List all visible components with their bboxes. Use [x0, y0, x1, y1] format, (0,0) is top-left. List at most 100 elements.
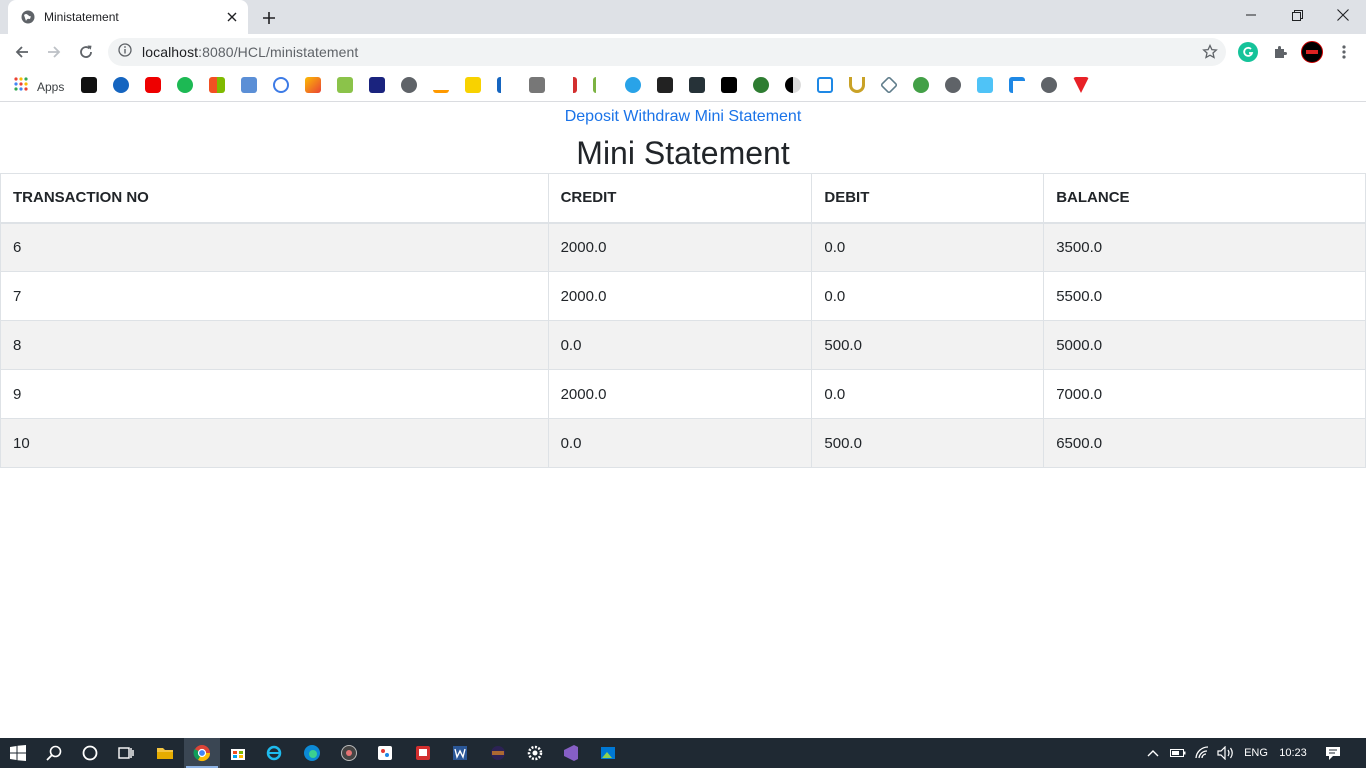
tab-title: Ministatement	[44, 10, 119, 24]
deposit-link[interactable]: Deposit	[565, 108, 619, 125]
grid-bookmark-icon[interactable]	[337, 77, 353, 93]
task-view-icon[interactable]	[108, 738, 144, 768]
vm-bookmark-icon[interactable]	[529, 77, 545, 93]
sf-bookmark-icon[interactable]	[657, 77, 673, 93]
microsoft-bookmark-icon[interactable]	[209, 77, 225, 93]
column-header-credit: CREDIT	[547, 173, 813, 224]
globe-bookmark-icon-2[interactable]	[945, 77, 961, 93]
h-bookmark-icon[interactable]	[689, 77, 705, 93]
search-icon[interactable]	[36, 738, 72, 768]
play-bookmark-icon[interactable]	[625, 77, 641, 93]
cell-credit: 2000.0	[547, 369, 813, 419]
windows-start-icon[interactable]	[0, 738, 36, 768]
eclipse-icon[interactable]	[480, 738, 516, 768]
globe-bookmark-icon-3[interactable]	[1041, 77, 1057, 93]
cell-debit: 0.0	[811, 222, 1045, 272]
photos-icon[interactable]	[590, 738, 626, 768]
figure-bookmark-icon[interactable]	[593, 77, 609, 93]
column-header-debit: DEBIT	[811, 173, 1045, 224]
battery-icon[interactable]	[1168, 738, 1188, 768]
notifications-icon[interactable]	[1318, 738, 1348, 768]
tab-strip: Ministatement	[0, 0, 1366, 34]
zodiac-bookmark-icon[interactable]	[81, 77, 97, 93]
presentation-icon[interactable]	[405, 738, 441, 768]
table-row: 9 2000.0 0.0 7000.0	[0, 369, 1366, 419]
taskbar: ENG 10:23	[0, 738, 1366, 768]
amazon-bookmark-icon[interactable]	[433, 77, 449, 93]
extensions-puzzle-icon[interactable]	[1270, 42, 1290, 62]
seven-bookmark-icon[interactable]	[497, 77, 513, 93]
table-header-row: TRANSACTION NO CREDIT DEBIT BALANCE	[0, 173, 1366, 224]
cell-credit: 0.0	[547, 320, 813, 370]
tv-bookmark-icon[interactable]	[241, 77, 257, 93]
flipkart-bookmark-icon[interactable]	[465, 77, 481, 93]
building-bookmark-icon[interactable]	[721, 77, 737, 93]
triangle-bookmark-icon[interactable]	[305, 77, 321, 93]
top-nav: Deposit Withdraw Mini Statement	[0, 107, 1366, 127]
address-bar[interactable]: localhost:8080/HCL/ministatement	[108, 38, 1226, 66]
store-icon[interactable]	[220, 738, 256, 768]
apps-grid-icon	[14, 77, 28, 96]
cell-balance: 6500.0	[1043, 418, 1366, 468]
file-explorer-icon[interactable]	[147, 738, 183, 768]
new-tab-button[interactable]	[258, 7, 280, 29]
yin-yang-bookmark-icon[interactable]	[785, 77, 801, 93]
minimize-button[interactable]	[1228, 0, 1274, 30]
page-title: Mini Statement	[576, 135, 790, 171]
globe-bookmark-icon[interactable]	[401, 77, 417, 93]
bookmark-star-icon[interactable]	[1202, 44, 1218, 60]
cell-transaction-no: 8	[0, 320, 549, 370]
close-window-button[interactable]	[1320, 0, 1366, 30]
star-dark-bookmark-icon[interactable]	[369, 77, 385, 93]
paint-icon[interactable]	[367, 738, 403, 768]
show-hidden-icons-chevron-icon[interactable]	[1144, 738, 1162, 768]
edge-icon[interactable]	[294, 738, 330, 768]
internet-explorer-icon[interactable]	[256, 738, 292, 768]
media-player-icon[interactable]	[331, 738, 367, 768]
wifi-icon[interactable]	[1193, 738, 1213, 768]
table-row: 10 0.0 500.0 6500.0	[0, 418, 1366, 468]
play-blue-bookmark-icon[interactable]	[113, 77, 129, 93]
one-bookmark-icon[interactable]	[177, 77, 193, 93]
menu-dots-icon[interactable]	[1334, 42, 1354, 62]
f-blue-bookmark-icon[interactable]	[1009, 77, 1025, 93]
diamond-bookmark-icon[interactable]	[879, 75, 899, 95]
tesla-bookmark-icon[interactable]	[1073, 77, 1089, 93]
mini-statement-link[interactable]: Mini Statement	[695, 108, 802, 125]
reload-icon[interactable]	[74, 40, 98, 64]
infinity-bookmark-icon[interactable]	[273, 77, 289, 93]
info-icon[interactable]	[118, 42, 132, 62]
back-arrow-icon[interactable]	[10, 40, 34, 64]
clock[interactable]: 10:23	[1274, 738, 1312, 768]
restore-button[interactable]	[1274, 0, 1320, 30]
window-controls	[1228, 0, 1366, 30]
tab-close-icon[interactable]	[224, 9, 240, 25]
apps-shortcut[interactable]: Apps	[14, 77, 64, 96]
b-green-bookmark-icon[interactable]	[913, 77, 929, 93]
v-bookmark-icon[interactable]	[561, 77, 577, 93]
youtube-bookmark-icon[interactable]	[145, 77, 161, 93]
cell-debit: 0.0	[811, 369, 1045, 419]
withdraw-link[interactable]: Withdraw	[623, 108, 690, 125]
window-bookmark-icon[interactable]	[817, 77, 833, 93]
circle-green-bookmark-icon[interactable]	[753, 77, 769, 93]
visual-studio-icon[interactable]	[553, 738, 589, 768]
cortana-icon[interactable]	[72, 738, 108, 768]
browser-toolbar: localhost:8080/HCL/ministatement	[0, 34, 1366, 70]
grammarly-icon[interactable]	[1238, 42, 1258, 62]
language-indicator[interactable]: ENG	[1240, 738, 1272, 768]
settings-gear-icon[interactable]	[517, 738, 553, 768]
chrome-taskbar-icon[interactable]	[184, 738, 220, 768]
cell-balance: 5500.0	[1043, 271, 1366, 321]
word-icon[interactable]	[442, 738, 478, 768]
browser-tab[interactable]: Ministatement	[8, 0, 248, 34]
column-header-transaction-no: TRANSACTION NO	[0, 173, 549, 224]
cell-balance: 5000.0	[1043, 320, 1366, 370]
horseshoe-bookmark-icon[interactable]	[849, 77, 865, 93]
forward-arrow-icon[interactable]	[42, 40, 66, 64]
column-header-balance: BALANCE	[1043, 173, 1366, 224]
bookmarks-bar: Apps	[0, 70, 1366, 102]
volume-icon[interactable]	[1215, 738, 1237, 768]
bird-bookmark-icon[interactable]	[977, 77, 993, 93]
profile-avatar[interactable]	[1301, 41, 1323, 63]
